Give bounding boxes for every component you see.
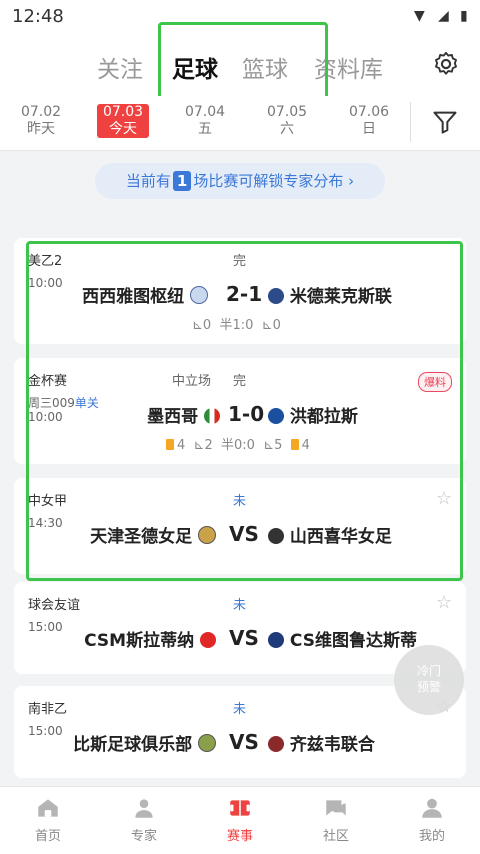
expert-icon: [135, 799, 153, 818]
divider: [410, 102, 411, 142]
signal-icon: ◢: [438, 8, 449, 24]
team-logo-icon: [268, 736, 284, 752]
home-icon: [38, 799, 58, 817]
team-logo-icon: [268, 632, 284, 648]
nav-home[interactable]: 首页: [8, 795, 88, 844]
chevron-right-icon: ›: [348, 172, 355, 190]
unlock-expert-banner[interactable]: 当前有 1 场比赛可解锁专家分布 ›: [95, 163, 385, 199]
score: VS: [229, 626, 259, 650]
cold-alert-float-button[interactable]: 冷门 预警: [394, 645, 464, 715]
profile-icon: [422, 798, 442, 818]
kickoff-time: 15:00: [28, 724, 63, 738]
date-item-0705[interactable]: 07.05 六: [255, 104, 319, 138]
star-icon[interactable]: ☆: [436, 592, 452, 613]
nav-expert[interactable]: 专家: [104, 795, 184, 844]
match-card[interactable]: 南非乙 15:00 未 ☆ 比斯足球俱乐部 VS 齐兹韦联合: [14, 686, 466, 778]
date-item-0703[interactable]: 07.03 今天: [97, 104, 149, 138]
date-selector: 07.02 昨天 07.03 今天 07.04 五 07.05 六 07.06 日: [0, 96, 480, 151]
match-status: 未: [233, 598, 247, 613]
gear-icon[interactable]: [432, 50, 460, 78]
league-name: 球会友谊: [28, 598, 81, 613]
date-item-0704[interactable]: 07.04 五: [173, 104, 237, 138]
league-name: 南非乙: [28, 702, 68, 717]
unlock-count: 1: [172, 171, 192, 191]
team-logo-icon: [198, 734, 216, 752]
filter-icon[interactable]: [430, 108, 460, 136]
bottom-nav: 首页 专家 赛事 社区 我的: [0, 786, 480, 854]
tab-follow[interactable]: 关注: [97, 50, 143, 84]
score: VS: [229, 730, 259, 754]
community-icon: [326, 800, 346, 816]
status-time: 12:48: [12, 6, 64, 27]
nav-mine[interactable]: 我的: [392, 795, 472, 844]
nav-community[interactable]: 社区: [296, 795, 376, 844]
home-team: 比斯足球俱乐部: [73, 730, 216, 755]
date-item-0706[interactable]: 07.06 日: [337, 104, 401, 138]
highlight-box-matches: [26, 241, 463, 581]
home-team: CSM斯拉蒂纳: [84, 626, 216, 651]
wifi-icon: ▼: [414, 8, 425, 24]
team-logo-icon: [200, 632, 216, 648]
kickoff-time: 15:00: [28, 620, 63, 634]
date-item-0702[interactable]: 07.02 昨天: [9, 104, 73, 138]
away-team: 齐兹韦联合: [268, 730, 375, 755]
match-status: 未: [233, 702, 247, 717]
matches-icon: [230, 800, 250, 816]
battery-icon: ▮: [460, 8, 468, 24]
nav-matches[interactable]: 赛事: [200, 795, 280, 844]
